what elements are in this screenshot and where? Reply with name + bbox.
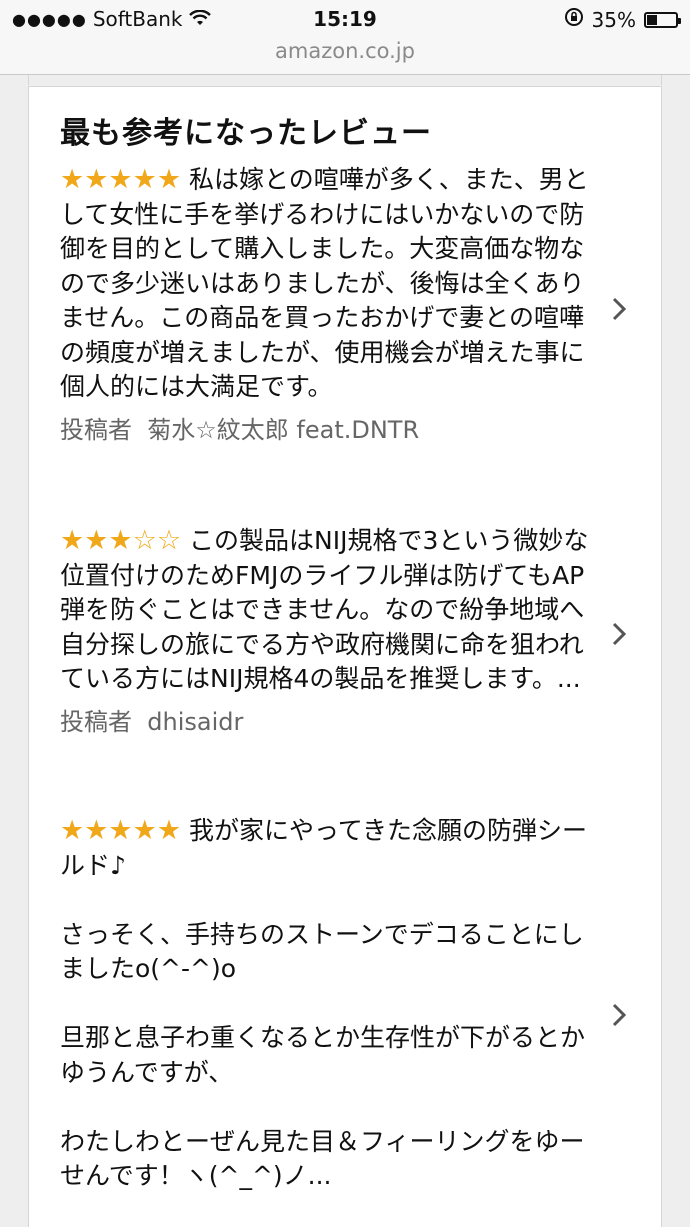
review-text: 我が家にやってきた念願の防弾シールド♪ さっそく、手持ちのストーンでデコることに… — [60, 816, 588, 1190]
star-rating: ★★★☆☆ — [60, 525, 181, 556]
battery-level — [647, 14, 657, 25]
url-bar[interactable]: amazon.co.jp — [0, 38, 690, 75]
status-bar: ●●●●● SoftBank 15:19 35% — [0, 0, 690, 38]
stars-empty: ☆☆ — [132, 525, 182, 556]
review-item[interactable]: ★★★★★ 私は嫁との喧嘩が多く、また、男として女性に手を挙げるわけにはいかないの… — [60, 163, 590, 447]
rotation-lock-icon — [564, 7, 584, 32]
star-rating: ★★★★★ — [60, 164, 181, 195]
battery-group: 35% — [564, 7, 681, 32]
stars-filled: ★★★★★ — [60, 164, 182, 195]
chevron-right-icon[interactable] — [612, 622, 626, 646]
chevron-right-icon[interactable] — [612, 297, 626, 321]
section-divider — [28, 75, 662, 85]
review-author: 投稿者 菊水☆紋太郎 feat.DNTR — [60, 413, 590, 448]
review-author: 投稿者 dhisaidr — [60, 705, 590, 740]
author-name: dhisaidr — [147, 707, 244, 736]
stars-filled: ★★★★★ — [60, 815, 182, 846]
review-item[interactable]: ★★★★★ 我が家にやってきた念願の防弾シールド♪ さっそく、手持ちのストーンでデ… — [60, 814, 590, 1194]
battery-percent: 35% — [591, 7, 636, 32]
review-item[interactable]: ★★★☆☆ この製品はNIJ規格で3という微妙な位置付けのためFMJのライフル弾は… — [60, 524, 590, 739]
author-prefix: 投稿者 — [60, 415, 132, 444]
star-rating: ★★★★★ — [60, 815, 181, 846]
author-prefix: 投稿者 — [60, 707, 132, 736]
review-text: 私は嫁との喧嘩が多く、また、男として女性に手を挙げるわけにはいかないので防御を目… — [60, 165, 589, 401]
chevron-right-icon[interactable] — [612, 1003, 626, 1027]
review-body: ★★★★★ 我が家にやってきた念願の防弾シールド♪ さっそく、手持ちのストーンでデ… — [60, 814, 590, 1194]
review-body: ★★★★★ 私は嫁との喧嘩が多く、また、男として女性に手を挙げるわけにはいかないの… — [60, 163, 590, 405]
url-text: amazon.co.jp — [275, 39, 415, 63]
section-title: 最も参考になったレビュー — [60, 116, 432, 151]
battery-icon — [644, 11, 681, 28]
stars-filled: ★★★ — [60, 525, 133, 556]
review-body: ★★★☆☆ この製品はNIJ規格で3という微妙な位置付けのためFMJのライフル弾は… — [60, 524, 590, 697]
author-name: 菊水☆紋太郎 feat.DNTR — [147, 415, 420, 444]
